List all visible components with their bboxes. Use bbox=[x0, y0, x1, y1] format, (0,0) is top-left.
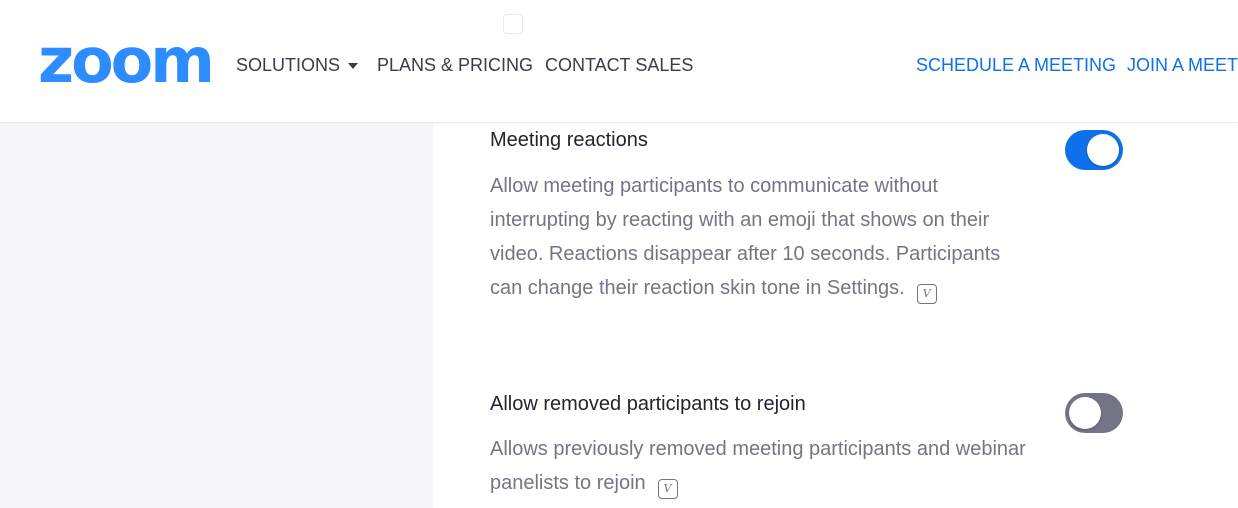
toggle-knob bbox=[1087, 134, 1119, 166]
setting-description-text: Allow meeting participants to communicat… bbox=[490, 175, 1001, 299]
join-meeting-link[interactable]: JOIN A MEETI bbox=[1127, 52, 1238, 78]
allow-rejoin-toggle[interactable] bbox=[1065, 393, 1123, 433]
top-header: zoom SOLUTIONS PLANS & PRICING CONTACT S… bbox=[0, 0, 1238, 123]
version-info-icon[interactable]: V bbox=[657, 478, 678, 499]
version-info-icon[interactable]: V bbox=[916, 283, 937, 304]
zoom-logo[interactable]: zoom bbox=[38, 30, 215, 92]
setting-description-text: Allows previously removed meeting partic… bbox=[490, 438, 1026, 494]
meeting-reactions-toggle[interactable] bbox=[1065, 130, 1123, 170]
setting-description-allow-rejoin: Allows previously removed meeting partic… bbox=[490, 432, 1035, 500]
setting-description-meeting-reactions: Allow meeting participants to communicat… bbox=[490, 169, 1035, 305]
setting-title-meeting-reactions: Meeting reactions bbox=[490, 129, 648, 151]
nav-plans-pricing[interactable]: PLANS & PRICING bbox=[377, 52, 533, 78]
setting-title-allow-rejoin: Allow removed participants to rejoin bbox=[490, 393, 806, 415]
partial-icon bbox=[503, 14, 523, 34]
sidebar bbox=[0, 123, 433, 508]
nav-solutions-label: SOLUTIONS bbox=[236, 55, 341, 75]
schedule-meeting-link[interactable]: SCHEDULE A MEETING bbox=[916, 52, 1116, 78]
nav-contact-sales[interactable]: CONTACT SALES bbox=[545, 52, 693, 78]
nav-solutions[interactable]: SOLUTIONS bbox=[236, 52, 359, 78]
toggle-knob bbox=[1069, 397, 1101, 429]
chevron-down-icon bbox=[348, 63, 359, 70]
